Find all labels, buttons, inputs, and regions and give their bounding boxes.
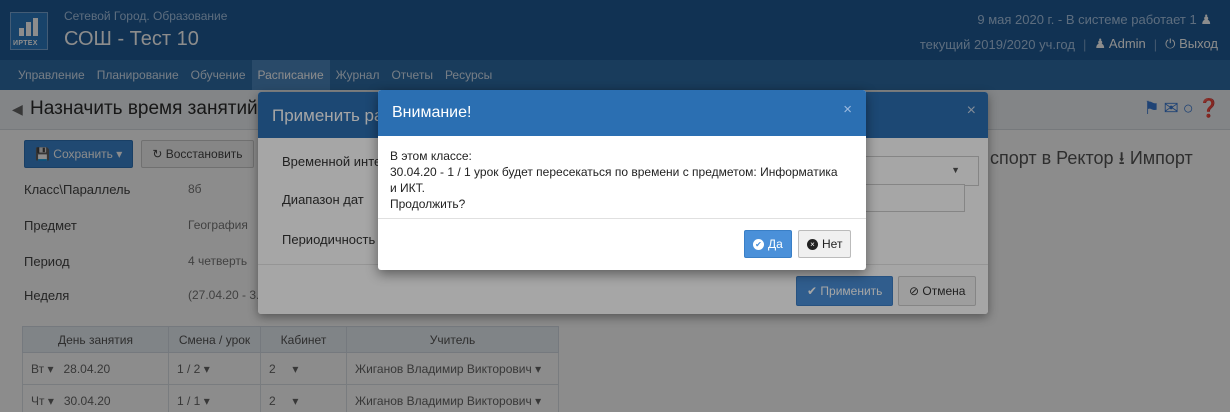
warning-dialog-footer <box>378 218 866 219</box>
warning-line: 30.04.20 - 1 / 1 урок будет пересекаться… <box>390 165 838 179</box>
yes-label: Да <box>768 237 783 251</box>
warning-message: В этом классе: 30.04.20 - 1 / 1 урок буд… <box>390 148 860 212</box>
warning-line: Продолжить? <box>390 197 466 211</box>
close-icon[interactable]: × <box>843 101 852 118</box>
no-button[interactable]: × Нет <box>798 230 852 258</box>
close-circle-icon: × <box>807 238 818 250</box>
warning-line: В этом классе: <box>390 149 472 163</box>
yes-button[interactable]: ✔ Да <box>744 230 792 258</box>
check-circle-icon: ✔ <box>753 238 764 250</box>
no-label: Нет <box>822 237 843 251</box>
warning-line: и ИКТ. <box>390 181 425 195</box>
warning-dialog-title: Внимание! <box>392 104 472 121</box>
warning-dialog: Внимание! × В этом классе: 30.04.20 - 1 … <box>378 90 866 270</box>
